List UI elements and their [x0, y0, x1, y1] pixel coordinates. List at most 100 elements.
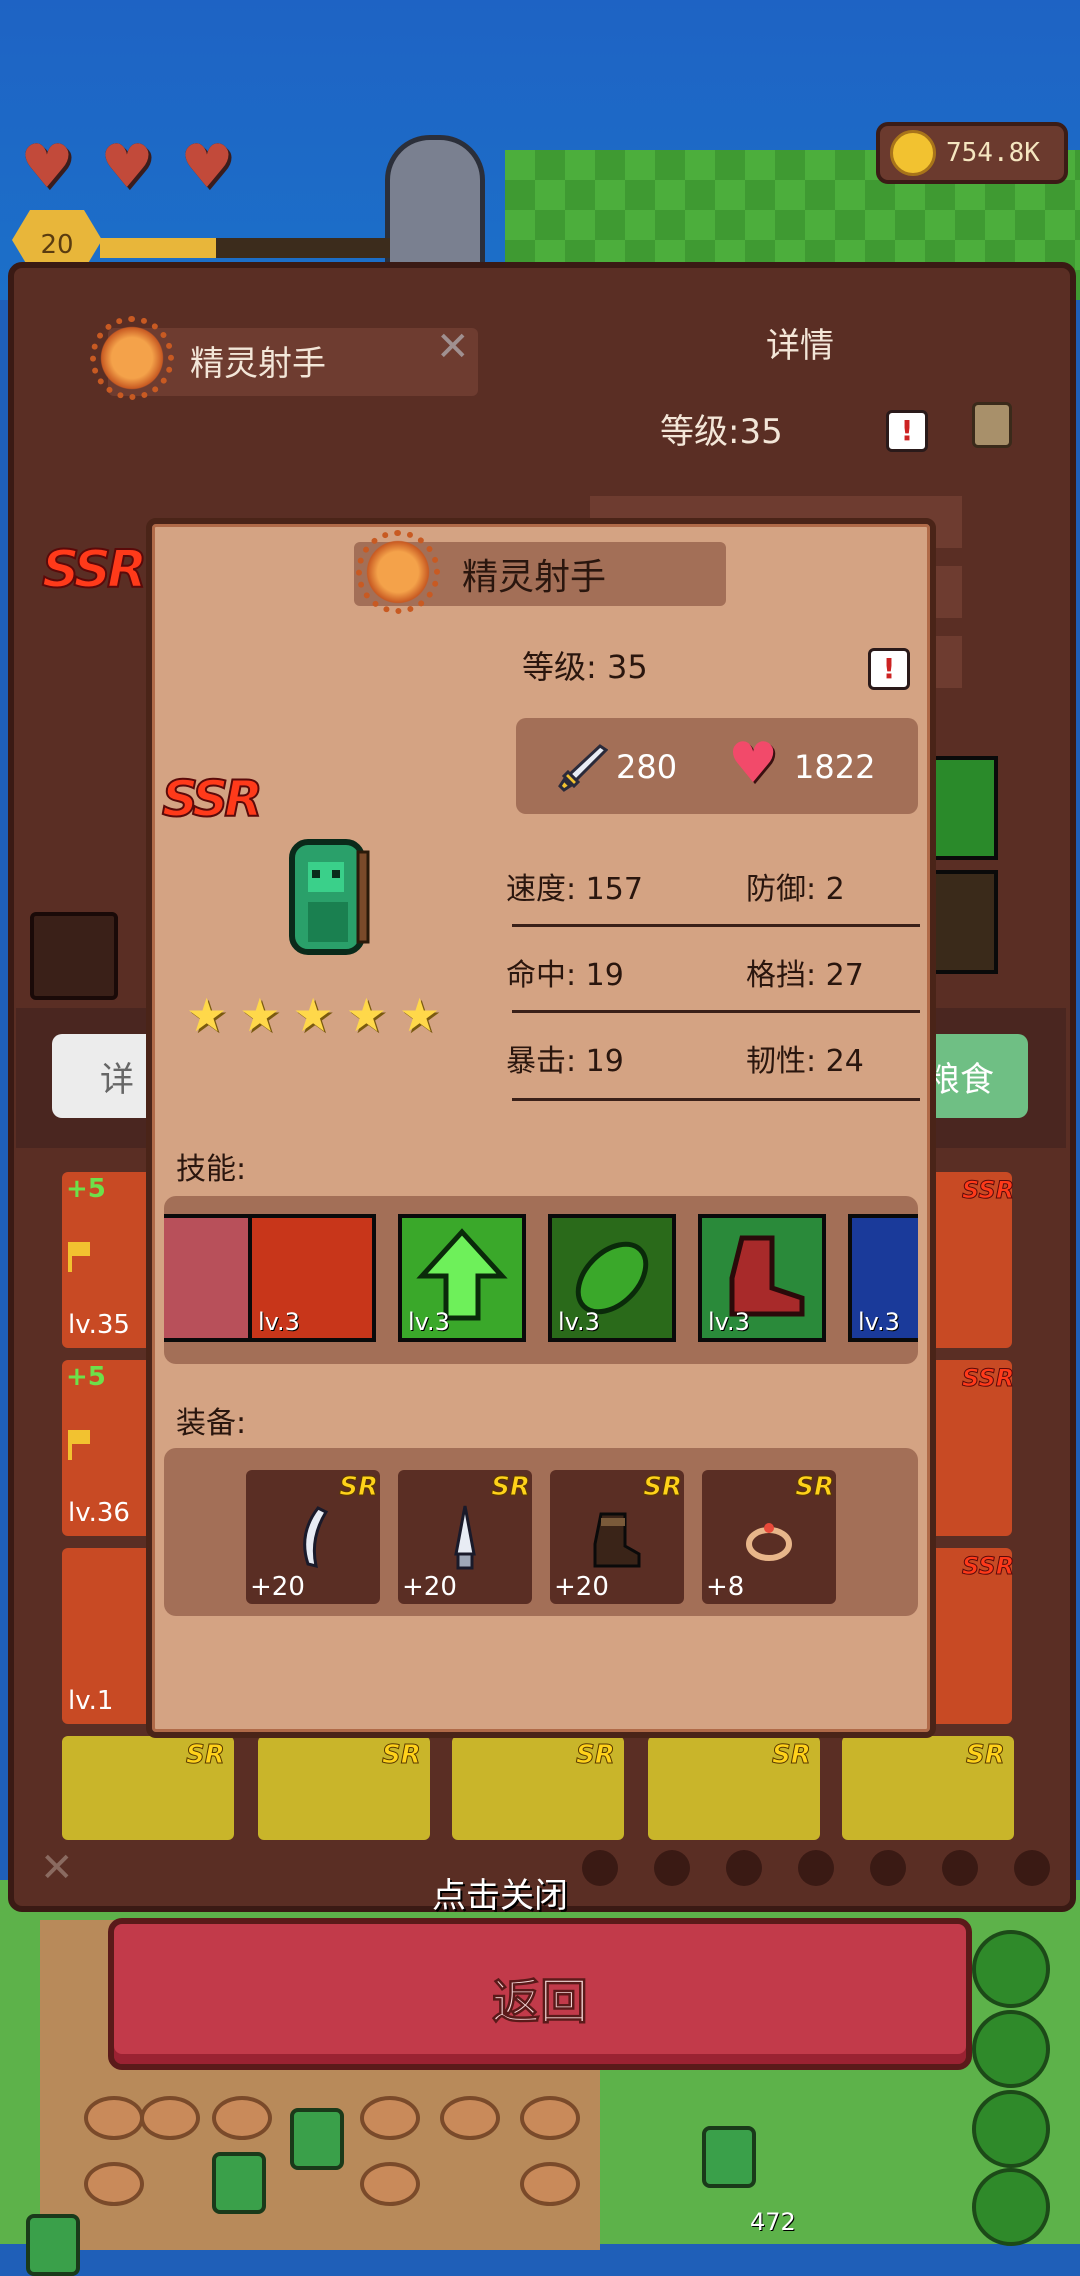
ring-icon: [746, 1523, 792, 1561]
card-level: lv.36: [68, 1498, 130, 1528]
skill-level: lv.3: [558, 1308, 600, 1336]
tab-details-label: 详: [100, 1060, 134, 1100]
card-level: lv.35: [68, 1310, 130, 1340]
stat-toughness: 韧性: 24: [746, 1044, 864, 1079]
sun-class-icon: [90, 316, 174, 400]
stat-block: 格挡: 27: [746, 958, 864, 993]
skill-level: lv.3: [858, 1308, 900, 1336]
tab-food-label: 粮食: [926, 1060, 994, 1100]
flag-icon: [68, 1430, 98, 1460]
stat-divider: [512, 1010, 920, 1013]
heart-icon: ♥: [180, 132, 234, 202]
flag-icon: [68, 1242, 98, 1272]
equip-plus: +20: [554, 1572, 609, 1602]
skill-icon[interactable]: lv.3: [548, 1214, 676, 1342]
skill-level: lv.3: [258, 1308, 300, 1336]
popup-rarity-badge: SSR: [161, 769, 264, 829]
equip-rarity: SR: [643, 1472, 683, 1503]
stat-divider: [512, 1098, 920, 1101]
card-rarity: SR: [382, 1740, 422, 1771]
stat-speed: 速度: 157: [506, 872, 643, 907]
detail-title: 详情: [766, 326, 834, 366]
tap-to-close-text[interactable]: 点击关闭: [0, 1868, 1000, 1917]
card-plus-label: +5: [66, 1362, 106, 1392]
plant-pot: [84, 2096, 144, 2140]
hp-value: 1822: [794, 748, 876, 786]
star-icon: ★: [292, 988, 334, 1042]
skill-icon[interactable]: lv.3: [398, 1214, 526, 1342]
moon-filter-icon[interactable]: [1014, 1850, 1050, 1886]
stat-defense: 防御: 2: [746, 872, 845, 907]
card-rarity: SR: [576, 1740, 616, 1771]
stat-divider: [512, 924, 920, 927]
return-button-label: 返回: [491, 1974, 588, 2031]
goblin-icon: [212, 2152, 266, 2214]
star-icon: ★: [399, 988, 441, 1042]
equip-plus: +8: [706, 1572, 745, 1602]
sun-class-icon: [356, 530, 440, 614]
plant-pot: [360, 2162, 420, 2206]
tree-icon: [972, 2168, 1050, 2246]
tombstone-icon: [385, 135, 485, 275]
plant-pot: [212, 2096, 272, 2140]
equipment-slot[interactable]: SR +20: [398, 1470, 532, 1604]
goblin-icon: [290, 2108, 344, 2170]
heart-icon: ♥: [100, 132, 154, 202]
attack-value: 280: [616, 748, 678, 786]
curved-blade-icon: [303, 1506, 329, 1569]
footer-count: 472: [750, 2208, 796, 2236]
equipment-slot[interactable]: SR +20: [246, 1470, 380, 1604]
info-icon[interactable]: !: [886, 410, 928, 452]
info-icon[interactable]: !: [868, 648, 910, 690]
plant-pot: [520, 2162, 580, 2206]
equipment-slot[interactable]: SR +20: [550, 1470, 684, 1604]
card-rarity: SR: [966, 1740, 1006, 1771]
back-hero-name: 精灵射手: [190, 344, 326, 384]
skill-level: lv.3: [408, 1308, 450, 1336]
skill-icon[interactable]: lv.3: [698, 1214, 826, 1342]
sword-icon: [558, 744, 608, 792]
equip-plus: +20: [250, 1572, 305, 1602]
skill-icon[interactable]: lv.3: [848, 1214, 918, 1342]
back-rarity-badge: SSR: [41, 539, 148, 601]
player-hearts: ♥ ♥ ♥: [20, 132, 248, 202]
equip-plus: +20: [402, 1572, 457, 1602]
dagger-icon: [454, 1505, 476, 1570]
coin-counter[interactable]: 754.8K: [876, 122, 1068, 184]
plant-pot: [360, 2096, 420, 2140]
heart-icon: ♥: [20, 132, 74, 202]
coin-icon: [890, 130, 936, 176]
equipment-slot[interactable]: SR +8: [702, 1470, 836, 1604]
lock-icon[interactable]: [972, 402, 1012, 448]
plant-pot: [84, 2162, 144, 2206]
skill-icon: [928, 756, 998, 860]
heart-icon: ♥: [728, 731, 779, 796]
tree-icon: [972, 1930, 1050, 2008]
book-icon[interactable]: [30, 912, 118, 1000]
card-rarity: SSR: [961, 1552, 1015, 1581]
equipment-label: 装备:: [176, 1406, 247, 1441]
goblin-icon: [702, 2126, 756, 2188]
star-icon: ★: [186, 988, 228, 1042]
card-rarity: SR: [772, 1740, 812, 1771]
close-icon[interactable]: ✕: [436, 324, 470, 370]
equip-rarity: SR: [491, 1472, 531, 1503]
equip-rarity: SR: [339, 1472, 379, 1503]
skill-icon[interactable]: lv.3: [248, 1214, 376, 1342]
star-rating: ★ ★ ★ ★ ★: [186, 992, 440, 1038]
skill-icon[interactable]: [164, 1214, 254, 1342]
equip-rarity: SR: [795, 1472, 835, 1503]
elf-archer-portrait: [289, 839, 370, 955]
star-icon: ★: [239, 988, 281, 1042]
popup-level-text: 等级: 35: [522, 648, 648, 686]
back-level-text: 等级:35: [660, 412, 783, 452]
xp-bar: [100, 238, 390, 258]
equipment-strip: SR +20 SR +20 SR +20 SR +8: [164, 1448, 918, 1616]
player-level-badge: 20: [12, 210, 102, 270]
skill-strip: lv.3 lv.3 lv.3 lv.3 lv.3: [164, 1196, 918, 1364]
tree-icon: [972, 2090, 1050, 2168]
card-level: lv.1: [68, 1686, 114, 1716]
plant-pot: [140, 2096, 200, 2140]
stat-crit: 暴击: 19: [506, 1044, 624, 1079]
coin-amount: 754.8K: [946, 138, 1040, 168]
